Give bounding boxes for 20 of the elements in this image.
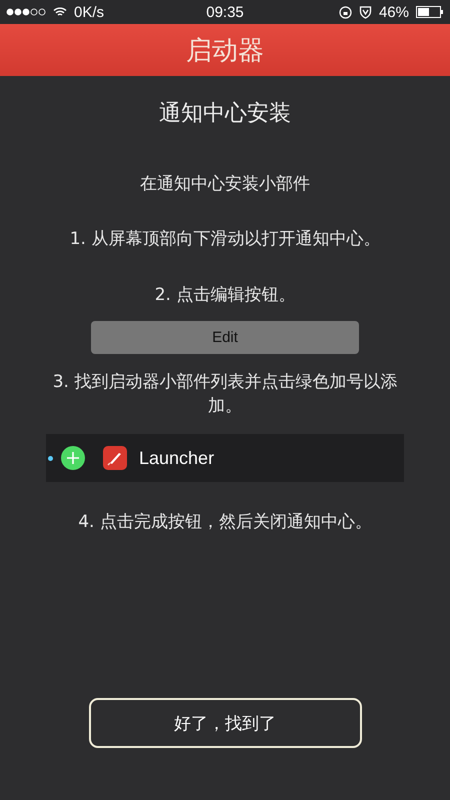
add-icon[interactable] bbox=[61, 446, 85, 470]
edit-button[interactable]: Edit bbox=[91, 321, 359, 354]
shield-icon bbox=[358, 5, 372, 19]
battery-icon bbox=[416, 6, 444, 18]
app-title: 启动器 bbox=[186, 34, 264, 68]
network-speed: 0K/s bbox=[74, 4, 104, 20]
wifi-icon bbox=[53, 7, 67, 17]
instruction-step: 3. 找到启动器小部件列表并点击绿色加号以添加。 bbox=[22, 370, 428, 418]
clock: 09:35 bbox=[206, 4, 244, 20]
ok-button[interactable]: 好了，找到了 bbox=[88, 698, 362, 748]
instruction-step: 2. 点击编辑按钮。 bbox=[130, 283, 320, 307]
instruction-step: 4. 点击完成按钮，然后关闭通知中心。 bbox=[54, 510, 396, 534]
instruction-step: 1. 从屏幕顶部向下滑动以打开通知中心。 bbox=[46, 227, 404, 251]
battery-percent: 46% bbox=[378, 4, 409, 20]
subtitle: 在通知中心安装小部件 bbox=[140, 173, 310, 195]
widget-name: Launcher bbox=[139, 448, 214, 468]
rotation-lock-icon bbox=[338, 6, 352, 18]
indicator-dot-icon bbox=[48, 456, 53, 460]
signal-icon bbox=[6, 8, 46, 16]
page-title: 通知中心安装 bbox=[159, 100, 291, 128]
